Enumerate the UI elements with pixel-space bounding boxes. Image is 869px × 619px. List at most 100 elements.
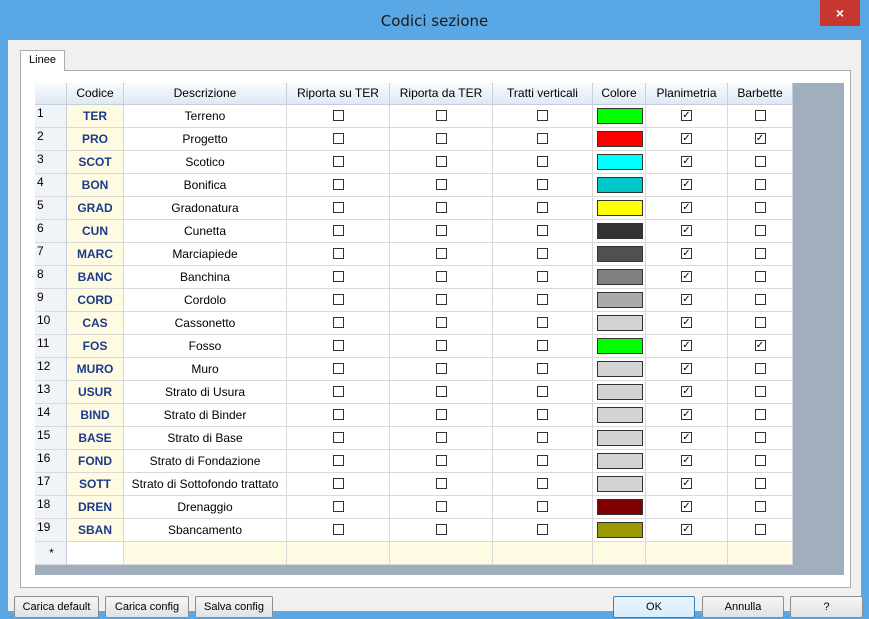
- code-cell[interactable]: BON: [67, 174, 124, 197]
- new-row-cell[interactable]: [287, 542, 390, 565]
- color-swatch[interactable]: [597, 338, 643, 354]
- row-number[interactable]: 12: [35, 358, 67, 381]
- barbette-cell[interactable]: [728, 450, 793, 473]
- barbette-checkbox[interactable]: [754, 386, 766, 398]
- planimetria-checkbox[interactable]: ✓: [681, 340, 692, 352]
- row-number[interactable]: 7: [35, 243, 67, 266]
- row-number[interactable]: 1: [35, 105, 67, 128]
- description-cell[interactable]: Strato di Base: [124, 427, 287, 450]
- tratti-verticali-checkbox[interactable]: [537, 271, 548, 283]
- barbette-checkbox[interactable]: [754, 501, 766, 513]
- code-cell[interactable]: MARC: [67, 243, 124, 266]
- riporta-su-ter-checkbox[interactable]: [332, 248, 344, 260]
- planimetria-checkbox[interactable]: ✓: [681, 156, 692, 168]
- tratti-verticali-cell[interactable]: [493, 450, 593, 473]
- column-header-tratti-verticali[interactable]: Tratti verticali: [493, 83, 593, 105]
- color-cell[interactable]: [593, 128, 646, 151]
- tratti-verticali-cell[interactable]: [493, 358, 593, 381]
- tratti-verticali-checkbox[interactable]: [537, 248, 548, 260]
- tratti-verticali-cell[interactable]: [493, 243, 593, 266]
- riporta-su-ter-cell[interactable]: [287, 312, 390, 335]
- riporta-su-ter-cell[interactable]: [287, 128, 390, 151]
- description-cell[interactable]: Muro: [124, 358, 287, 381]
- title-bar[interactable]: Codici sezione ×: [0, 0, 869, 40]
- color-swatch[interactable]: [597, 269, 643, 285]
- riporta-da-ter-checkbox[interactable]: [435, 202, 447, 214]
- color-swatch[interactable]: [597, 246, 643, 262]
- color-swatch[interactable]: [597, 476, 643, 492]
- row-number[interactable]: 6: [35, 220, 67, 243]
- tratti-verticali-checkbox[interactable]: [537, 110, 548, 122]
- tratti-verticali-cell[interactable]: [493, 266, 593, 289]
- riporta-da-ter-checkbox[interactable]: [435, 133, 447, 145]
- color-cell[interactable]: [593, 358, 646, 381]
- riporta-su-ter-checkbox[interactable]: [332, 294, 344, 306]
- barbette-checkbox[interactable]: [754, 409, 766, 421]
- riporta-su-ter-cell[interactable]: [287, 151, 390, 174]
- tratti-verticali-checkbox[interactable]: [537, 179, 548, 191]
- riporta-su-ter-checkbox[interactable]: [332, 156, 344, 168]
- description-cell[interactable]: Cunetta: [124, 220, 287, 243]
- planimetria-cell[interactable]: ✓: [646, 358, 728, 381]
- riporta-da-ter-cell[interactable]: [390, 496, 493, 519]
- color-swatch[interactable]: [597, 522, 643, 538]
- riporta-da-ter-cell[interactable]: [390, 151, 493, 174]
- color-cell[interactable]: [593, 427, 646, 450]
- riporta-su-ter-cell[interactable]: [287, 105, 390, 128]
- color-cell[interactable]: [593, 151, 646, 174]
- planimetria-checkbox[interactable]: ✓: [681, 133, 692, 145]
- riporta-su-ter-cell[interactable]: [287, 496, 390, 519]
- riporta-su-ter-checkbox[interactable]: [332, 524, 344, 536]
- code-cell[interactable]: BIND: [67, 404, 124, 427]
- riporta-da-ter-cell[interactable]: [390, 404, 493, 427]
- barbette-cell[interactable]: ✓: [728, 335, 793, 358]
- tratti-verticali-cell[interactable]: [493, 105, 593, 128]
- riporta-su-ter-cell[interactable]: [287, 266, 390, 289]
- riporta-su-ter-checkbox[interactable]: [332, 478, 344, 490]
- tratti-verticali-cell[interactable]: [493, 404, 593, 427]
- riporta-su-ter-checkbox[interactable]: [332, 432, 344, 444]
- description-cell[interactable]: Sbancamento: [124, 519, 287, 542]
- barbette-cell[interactable]: [728, 358, 793, 381]
- riporta-da-ter-cell[interactable]: [390, 266, 493, 289]
- riporta-da-ter-checkbox[interactable]: [435, 248, 447, 260]
- riporta-su-ter-cell[interactable]: [287, 289, 390, 312]
- planimetria-cell[interactable]: ✓: [646, 151, 728, 174]
- planimetria-cell[interactable]: ✓: [646, 335, 728, 358]
- tratti-verticali-cell[interactable]: [493, 174, 593, 197]
- barbette-cell[interactable]: [728, 473, 793, 496]
- tratti-verticali-cell[interactable]: [493, 381, 593, 404]
- tratti-verticali-checkbox[interactable]: [537, 432, 548, 444]
- description-cell[interactable]: Cordolo: [124, 289, 287, 312]
- code-cell[interactable]: SCOT: [67, 151, 124, 174]
- barbette-checkbox[interactable]: [754, 179, 766, 191]
- tratti-verticali-checkbox[interactable]: [537, 156, 548, 168]
- riporta-su-ter-checkbox[interactable]: [332, 271, 344, 283]
- barbette-cell[interactable]: [728, 197, 793, 220]
- color-swatch[interactable]: [597, 430, 643, 446]
- table-row[interactable]: 17 SOTT Strato di Sottofondo trattato ✓: [35, 473, 793, 496]
- code-cell[interactable]: PRO: [67, 128, 124, 151]
- tratti-verticali-cell[interactable]: [493, 151, 593, 174]
- barbette-checkbox[interactable]: [754, 478, 766, 490]
- table-row[interactable]: 11 FOS Fosso ✓ ✓: [35, 335, 793, 358]
- row-number[interactable]: 18: [35, 496, 67, 519]
- riporta-da-ter-checkbox[interactable]: [435, 110, 447, 122]
- row-number[interactable]: 8: [35, 266, 67, 289]
- riporta-da-ter-checkbox[interactable]: [435, 363, 447, 375]
- riporta-su-ter-cell[interactable]: [287, 473, 390, 496]
- barbette-checkbox[interactable]: [754, 202, 766, 214]
- new-row[interactable]: *: [35, 542, 793, 565]
- riporta-da-ter-cell[interactable]: [390, 220, 493, 243]
- color-swatch[interactable]: [597, 154, 643, 170]
- planimetria-cell[interactable]: ✓: [646, 128, 728, 151]
- planimetria-cell[interactable]: ✓: [646, 312, 728, 335]
- riporta-su-ter-checkbox[interactable]: [332, 501, 344, 513]
- new-code-cell[interactable]: [67, 542, 124, 565]
- barbette-checkbox[interactable]: ✓: [754, 340, 766, 352]
- tratti-verticali-checkbox[interactable]: [537, 317, 548, 329]
- tratti-verticali-checkbox[interactable]: [537, 524, 548, 536]
- column-header-riporta-su-ter[interactable]: Riporta su TER: [287, 83, 390, 105]
- riporta-da-ter-checkbox[interactable]: [435, 478, 447, 490]
- color-swatch[interactable]: [597, 200, 643, 216]
